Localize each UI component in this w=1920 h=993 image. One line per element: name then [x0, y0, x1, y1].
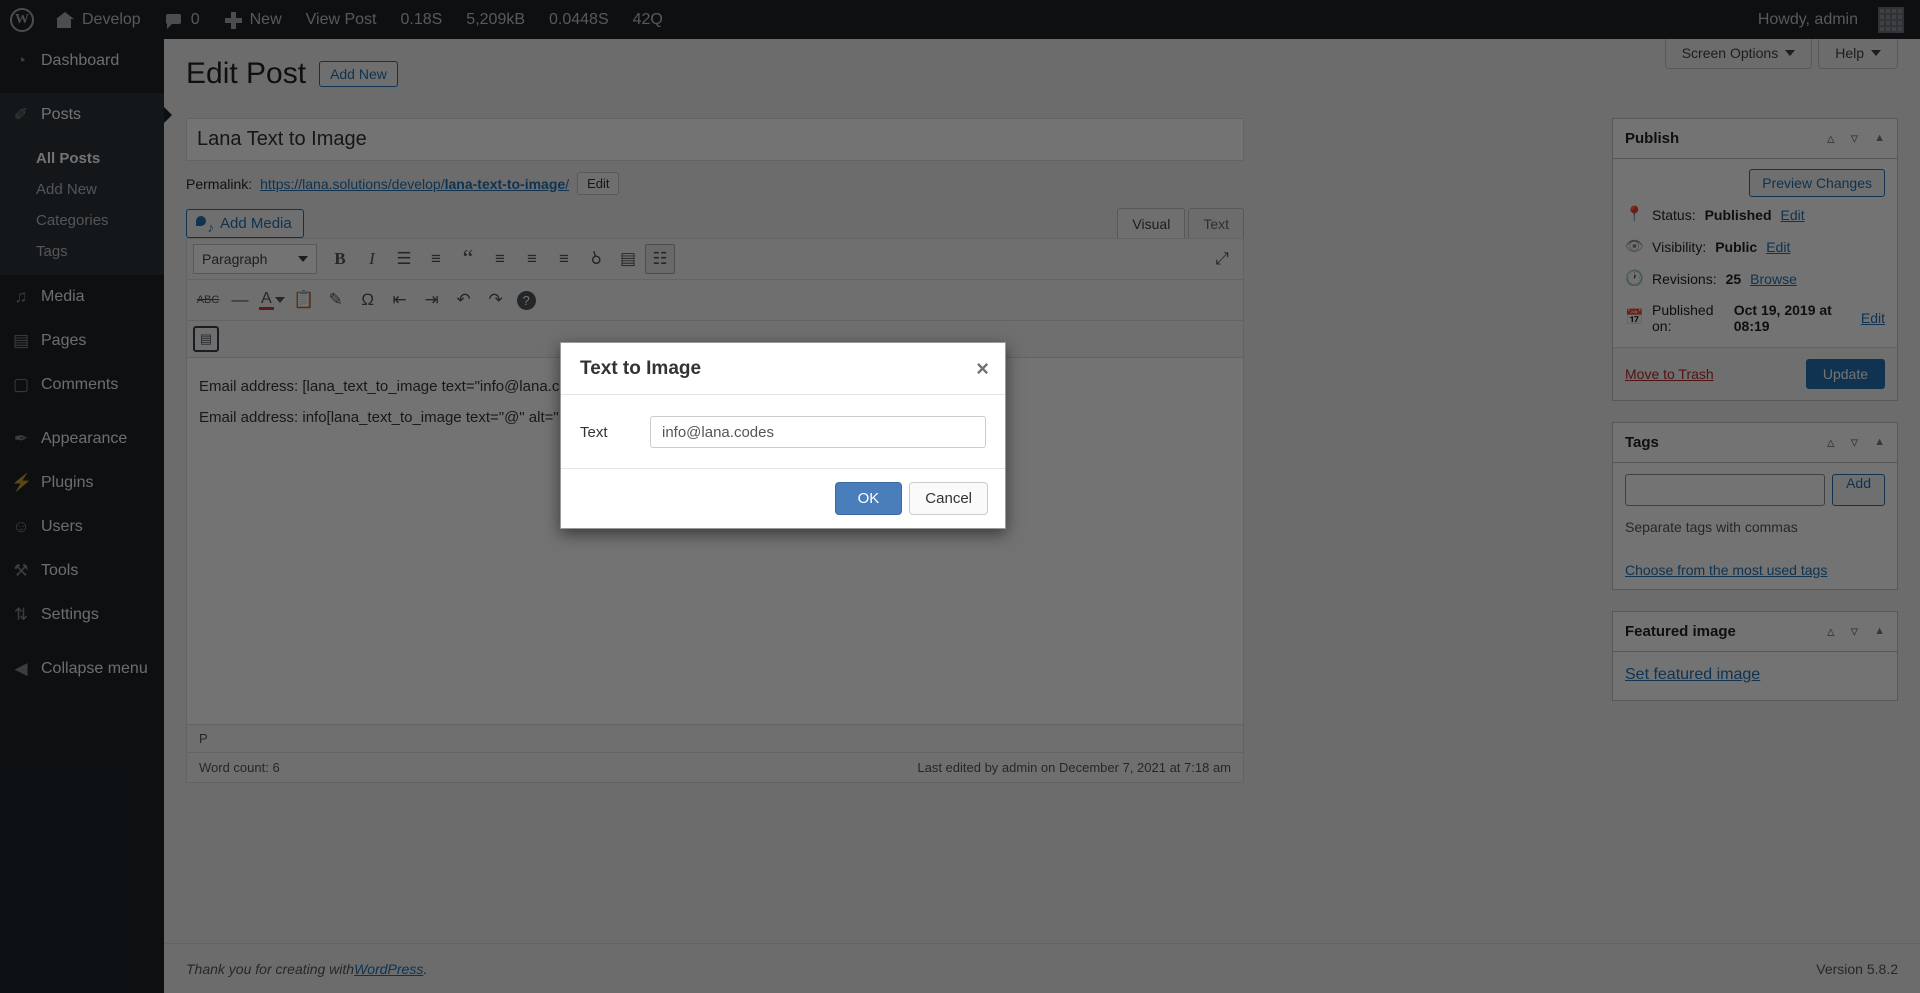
cancel-button[interactable]: Cancel: [909, 482, 988, 515]
dialog-header: Text to Image ×: [561, 343, 1005, 395]
text-field-row: Text info@lana.codes: [580, 416, 986, 448]
text-input[interactable]: info@lana.codes: [650, 416, 986, 448]
text-to-image-dialog: Text to Image × Text info@lana.codes OK …: [560, 342, 1006, 529]
dialog-footer: OK Cancel: [561, 468, 1005, 528]
ok-button[interactable]: OK: [834, 482, 903, 515]
dialog-title: Text to Image: [580, 358, 702, 379]
dialog-body: Text info@lana.codes: [561, 395, 1005, 468]
text-field-label: Text: [580, 423, 608, 441]
close-icon[interactable]: ×: [976, 358, 989, 380]
